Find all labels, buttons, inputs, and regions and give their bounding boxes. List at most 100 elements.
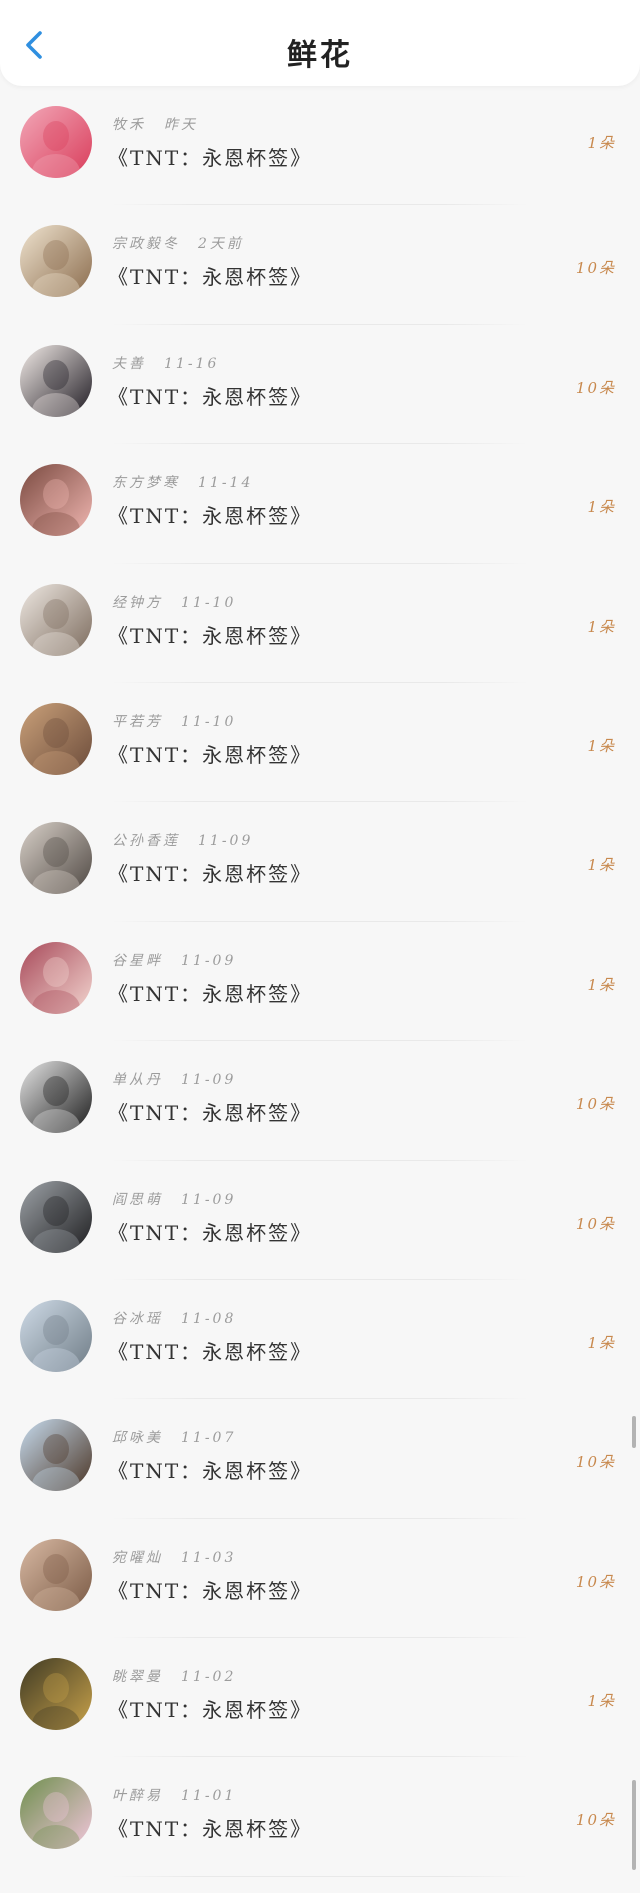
sender-meta: 公孙香莲 11-09 (112, 830, 253, 850)
list-item[interactable]: 叶醉易 11-01 《TNT：永恩杯签》 10朵 (0, 1757, 640, 1877)
flower-amount: 1朵 (587, 1692, 616, 1711)
sender-name: 夫善 (112, 355, 146, 372)
list-item[interactable]: 宗政毅冬 2天前 《TNT：永恩杯签》 10朵 (0, 205, 640, 325)
sender-name: 东方梦寒 (112, 475, 180, 492)
book-title: 《TNT：永恩杯签》 (108, 1578, 313, 1603)
avatar[interactable] (20, 464, 92, 537)
list-item[interactable]: 阎思萌 11-09 《TNT：永恩杯签》 10朵 (0, 1161, 640, 1280)
list-item[interactable]: 邱咏美 11-07 《TNT：永恩杯签》 10朵 (0, 1399, 640, 1519)
list-item[interactable]: 牧禾 昨天 《TNT：永恩杯签》 1朵 (0, 86, 640, 206)
sender-name: 宛曜灿 (112, 1549, 163, 1566)
list-item[interactable]: 谷冰瑶 11-08 《TNT：永恩杯签》 1朵 (0, 1280, 640, 1400)
sender-meta: 经钟方 11-10 (112, 592, 236, 612)
flower-amount: 10朵 (575, 1811, 616, 1830)
book-title: 《TNT：永恩杯签》 (108, 1339, 313, 1364)
avatar-image (20, 822, 92, 895)
avatar[interactable] (20, 1658, 92, 1731)
sent-date: 11-14 (198, 475, 254, 492)
avatar[interactable] (20, 941, 92, 1014)
page-title: 鲜花 (287, 38, 353, 73)
sender-meta: 谷星畔 11-09 (112, 950, 236, 970)
sender-meta: 眺翠曼 11-02 (112, 1666, 236, 1686)
sender-name: 叶醉易 (112, 1788, 163, 1805)
flower-amount: 1朵 (587, 736, 616, 755)
avatar-image (20, 1777, 92, 1850)
sender-name: 单从丹 (112, 1072, 163, 1089)
list-item[interactable]: 单从丹 11-09 《TNT：永恩杯签》 10朵 (0, 1041, 640, 1161)
list-item[interactable]: 谷星畔 11-09 《TNT：永恩杯签》 1朵 (0, 922, 640, 1042)
sender-meta: 宗政毅冬 2天前 (112, 233, 244, 253)
avatar[interactable] (20, 1538, 92, 1611)
gift-list: 牧禾 昨天 《TNT：永恩杯签》 1朵 宗政毅冬 2天前 《TNT：永恩杯签》 (0, 86, 640, 1877)
list-item[interactable]: 公孙香莲 11-09 《TNT：永恩杯签》 1朵 (0, 802, 640, 922)
book-title: 《TNT：永恩杯签》 (108, 1220, 313, 1245)
avatar[interactable] (20, 1299, 92, 1372)
sender-name: 谷星畔 (112, 952, 163, 969)
book-title: 《TNT：永恩杯签》 (108, 1459, 313, 1484)
sent-date: 11-07 (181, 1430, 237, 1447)
avatar-image (20, 702, 92, 775)
avatar[interactable] (20, 822, 92, 895)
scrollbar[interactable] (632, 1780, 636, 1870)
sender-name: 眺翠曼 (112, 1669, 163, 1686)
sent-date: 11-03 (181, 1549, 237, 1566)
flower-amount: 10朵 (575, 378, 616, 397)
sent-date: 2天前 (198, 236, 244, 253)
flower-amount: 10朵 (575, 1214, 616, 1233)
book-title: 《TNT：永恩杯签》 (108, 1698, 313, 1723)
flower-amount: 1朵 (587, 1333, 616, 1352)
avatar[interactable] (20, 1180, 92, 1253)
sender-meta: 夫善 11-16 (112, 353, 219, 373)
sent-date: 11-01 (181, 1788, 237, 1805)
avatar-image (20, 1419, 92, 1492)
avatar-image (20, 941, 92, 1014)
sent-date: 11-08 (181, 1310, 237, 1327)
sent-date: 11-09 (198, 833, 254, 850)
sender-meta: 东方梦寒 11-14 (112, 472, 253, 492)
list-item[interactable]: 夫善 11-16 《TNT：永恩杯签》 10朵 (0, 325, 640, 445)
flower-amount: 10朵 (575, 259, 616, 278)
flower-amount: 1朵 (587, 498, 616, 517)
sender-name: 经钟方 (112, 594, 163, 611)
sender-name: 邱咏美 (112, 1430, 163, 1447)
avatar-image (20, 225, 92, 298)
avatar[interactable] (20, 1061, 92, 1134)
book-title: 《TNT：永恩杯签》 (108, 623, 313, 648)
list-item[interactable]: 平若芳 11-10 《TNT：永恩杯签》 1朵 (0, 683, 640, 803)
sender-meta: 邱咏美 11-07 (112, 1427, 236, 1447)
sent-date: 11-09 (181, 1191, 237, 1208)
avatar[interactable] (20, 1419, 92, 1492)
avatar[interactable] (20, 225, 92, 298)
avatar-image (20, 1061, 92, 1134)
sender-meta: 谷冰瑶 11-08 (112, 1308, 236, 1328)
book-title: 《TNT：永恩杯签》 (108, 742, 313, 767)
sender-name: 公孙香莲 (112, 833, 180, 850)
book-title: 《TNT：永恩杯签》 (108, 981, 313, 1006)
book-title: 《TNT：永恩杯签》 (108, 862, 313, 887)
list-item[interactable]: 东方梦寒 11-14 《TNT：永恩杯签》 1朵 (0, 444, 640, 564)
flower-amount: 1朵 (587, 975, 616, 994)
avatar[interactable] (20, 1777, 92, 1850)
list-item[interactable]: 眺翠曼 11-02 《TNT：永恩杯签》 1朵 (0, 1638, 640, 1758)
avatar-image (20, 1658, 92, 1731)
avatar-image (20, 106, 92, 178)
avatar[interactable] (20, 344, 92, 417)
divider (112, 1875, 528, 1877)
list-item[interactable]: 宛曜灿 11-03 《TNT：永恩杯签》 10朵 (0, 1519, 640, 1639)
avatar[interactable] (20, 106, 92, 178)
avatar[interactable] (20, 583, 92, 656)
sender-meta: 阎思萌 11-09 (112, 1189, 236, 1209)
list-item[interactable]: 经钟方 11-10 《TNT：永恩杯签》 1朵 (0, 564, 640, 683)
avatar-image (20, 1538, 92, 1611)
sender-meta: 单从丹 11-09 (112, 1069, 236, 1089)
avatar[interactable] (20, 702, 92, 775)
sent-date: 11-09 (181, 952, 237, 969)
sent-date: 11-10 (181, 713, 237, 730)
avatar-image (20, 1299, 92, 1372)
sent-date: 11-09 (181, 1072, 237, 1089)
sender-name: 平若芳 (112, 713, 163, 730)
scrollbar[interactable] (632, 1416, 636, 1448)
sender-name: 谷冰瑶 (112, 1310, 163, 1327)
book-title: 《TNT：永恩杯签》 (108, 1101, 313, 1126)
book-title: 《TNT：永恩杯签》 (108, 146, 313, 170)
